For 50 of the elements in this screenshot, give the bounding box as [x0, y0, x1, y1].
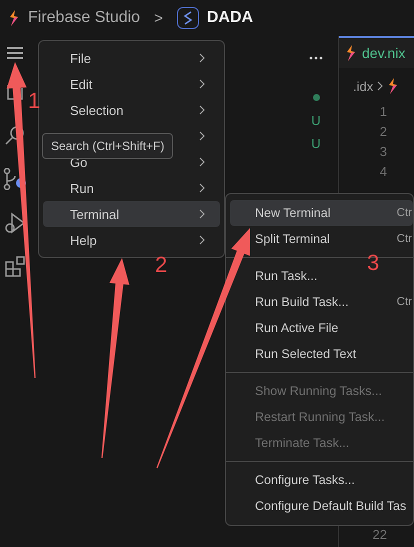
menu-item[interactable]: File: [43, 45, 220, 71]
tooltip: Search (Ctrl+Shift+F): [42, 133, 174, 159]
more-icon[interactable]: [309, 56, 323, 60]
menu-item[interactable]: Run: [43, 175, 220, 201]
chevron-icon: [198, 131, 206, 141]
chevron-icon: [377, 81, 384, 91]
project-name[interactable]: DADA: [206, 9, 254, 27]
chevron-icon: [198, 53, 206, 63]
file-status: U: [311, 113, 321, 130]
chevron-icon: [198, 209, 206, 219]
line-number: 1: [380, 104, 387, 121]
chevron-icon: [198, 79, 206, 89]
menu-item[interactable]: Run Build Task... Ctr: [230, 289, 413, 315]
chevron-icon: [198, 105, 206, 115]
menu-icon[interactable]: [6, 46, 24, 60]
line-number: 22: [372, 527, 387, 544]
line-number: 3: [380, 144, 387, 161]
shortcut: Ctr: [396, 233, 413, 245]
app-name[interactable]: Firebase Studio: [28, 9, 140, 27]
line-number: 2: [380, 124, 387, 141]
step-number: 3: [367, 250, 380, 276]
menu-item[interactable]: Terminal: [43, 201, 220, 227]
breadcrumb[interactable]: .idx: [353, 78, 374, 94]
menu-item[interactable]: Split Terminal Ctr: [230, 226, 413, 252]
breadcrumb-separator: >: [154, 10, 163, 26]
menu-item[interactable]: Help: [43, 227, 220, 253]
chevron-icon: [198, 235, 206, 245]
chevron-icon: [198, 183, 206, 193]
file-status: U: [311, 136, 321, 153]
step-number: 2: [155, 252, 168, 278]
menu-item[interactable]: Configure Default Build Tas: [230, 493, 413, 519]
menu-item[interactable]: Run Selected Text: [230, 341, 413, 367]
menu-item[interactable]: Run Active File: [230, 315, 413, 341]
file-icon: [345, 45, 357, 61]
menu-item[interactable]: Edit: [43, 71, 220, 97]
chevron-icon: [198, 157, 206, 167]
bug-icon[interactable]: [4, 212, 26, 234]
menu-item[interactable]: Configure Tasks...: [230, 467, 413, 493]
status-dot: [312, 94, 320, 101]
line-number: 4: [380, 164, 387, 181]
logo-icon: [8, 10, 20, 26]
menu-item[interactable]: New Terminal Ctr: [230, 200, 413, 226]
shortcut: Ctr: [396, 207, 413, 219]
step-number: 1: [28, 88, 40, 114]
menu-item[interactable]: Selection: [43, 97, 220, 123]
editor-tab[interactable]: dev.nix: [339, 36, 414, 68]
blocks-icon[interactable]: [4, 256, 26, 278]
file-icon: [387, 78, 400, 94]
shortcut: Ctr: [396, 296, 413, 308]
project-icon: [176, 7, 199, 29]
